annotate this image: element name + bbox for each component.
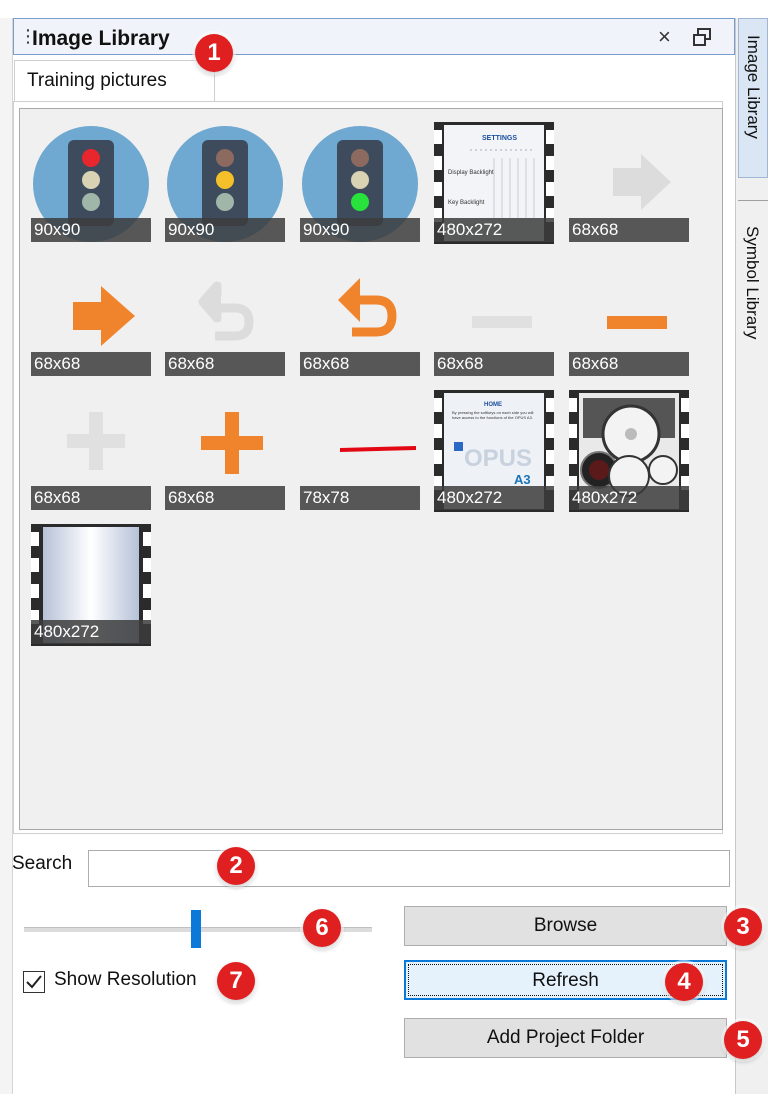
- add-project-folder-button[interactable]: Add Project Folder: [404, 1018, 727, 1058]
- callout-badge: 7: [217, 962, 255, 1000]
- close-icon[interactable]: ×: [658, 24, 671, 50]
- gallery-item[interactable]: 90x90: [300, 122, 420, 244]
- gallery-item[interactable]: SETTINGS Display Backlight Key Backlight…: [434, 122, 554, 244]
- gallery-item[interactable]: 68x68: [165, 390, 285, 512]
- float-window-icon[interactable]: [692, 27, 712, 53]
- home-title-text: HOME: [484, 402, 502, 408]
- gallery-item[interactable]: 68x68: [569, 256, 689, 378]
- browse-button[interactable]: Browse: [404, 906, 727, 946]
- callout-badge: 4: [665, 963, 703, 1001]
- gallery-item[interactable]: 68x68: [165, 256, 285, 378]
- home-body-text: By pressing the softkeys on each side yo…: [452, 410, 534, 420]
- side-tab-symbol-library[interactable]: Symbol Library: [738, 210, 768, 380]
- image-gallery[interactable]: 90x90 90x90 90x90 SETTINGS Display Backl…: [19, 108, 723, 830]
- side-tab-label: Image Library: [744, 35, 763, 139]
- gallery-item[interactable]: 90x90: [31, 122, 151, 244]
- gallery-item[interactable]: 78x78: [300, 390, 420, 512]
- gallery-item[interactable]: 68x68: [569, 122, 689, 244]
- callout-badge: 3: [724, 908, 762, 946]
- resolution-label: 68x68: [31, 486, 151, 510]
- show-resolution-checkbox[interactable]: [23, 971, 45, 993]
- side-tab-label: Symbol Library: [743, 226, 762, 340]
- callout-badge: 1: [195, 34, 233, 72]
- panel-title: Image Library: [32, 27, 170, 50]
- home-logo-sub-text: A3: [514, 472, 531, 487]
- thumbnail-size-slider-thumb[interactable]: [191, 910, 201, 948]
- gallery-item[interactable]: HOME By pressing the softkeys on each si…: [434, 390, 554, 512]
- resolution-label: 90x90: [300, 218, 420, 242]
- resolution-label: 68x68: [569, 218, 689, 242]
- background-window-edge: [0, 18, 13, 1094]
- gallery-item[interactable]: 68x68: [434, 256, 554, 378]
- resolution-label: 68x68: [434, 352, 554, 376]
- show-resolution-label: Show Resolution: [54, 969, 197, 990]
- resolution-label: 78x78: [300, 486, 420, 510]
- side-tab-divider: [738, 200, 768, 201]
- resolution-label: 68x68: [569, 352, 689, 376]
- tab-training-pictures[interactable]: Training pictures: [14, 60, 215, 102]
- resolution-label: 90x90: [31, 218, 151, 242]
- search-input[interactable]: [88, 850, 730, 887]
- resolution-label: 68x68: [165, 352, 285, 376]
- search-label: Search: [12, 853, 73, 874]
- drag-grip-icon[interactable]: ⋮: [19, 27, 37, 47]
- callout-badge: 5: [724, 1021, 762, 1059]
- gallery-item[interactable]: 68x68: [31, 390, 151, 512]
- tab-label: Training pictures: [27, 70, 167, 91]
- gallery-item[interactable]: 68x68: [300, 256, 420, 378]
- settings-title-text: SETTINGS: [482, 135, 517, 142]
- resolution-label: 480x272: [31, 620, 151, 644]
- resolution-label: 480x272: [569, 486, 689, 510]
- gallery-item[interactable]: 68x68: [31, 256, 151, 378]
- callout-badge: 2: [217, 847, 255, 885]
- settings-line2-text: Key Backlight: [448, 200, 485, 206]
- side-tab-image-library[interactable]: Image Library: [738, 18, 768, 178]
- settings-line1-text: Display Backlight: [448, 170, 494, 176]
- gallery-item[interactable]: 480x272: [569, 390, 689, 512]
- resolution-label: 68x68: [31, 352, 151, 376]
- resolution-label: 68x68: [300, 352, 420, 376]
- resolution-label: 480x272: [434, 486, 554, 510]
- resolution-label: 90x90: [165, 218, 285, 242]
- resolution-label: 480x272: [434, 218, 554, 242]
- resolution-label: 68x68: [165, 486, 285, 510]
- callout-badge: 6: [303, 909, 341, 947]
- checkmark-icon: [26, 975, 42, 989]
- gallery-item[interactable]: 90x90: [165, 122, 285, 244]
- gallery-item[interactable]: 480x272: [31, 524, 151, 646]
- home-logo-text: OPUS: [464, 445, 532, 472]
